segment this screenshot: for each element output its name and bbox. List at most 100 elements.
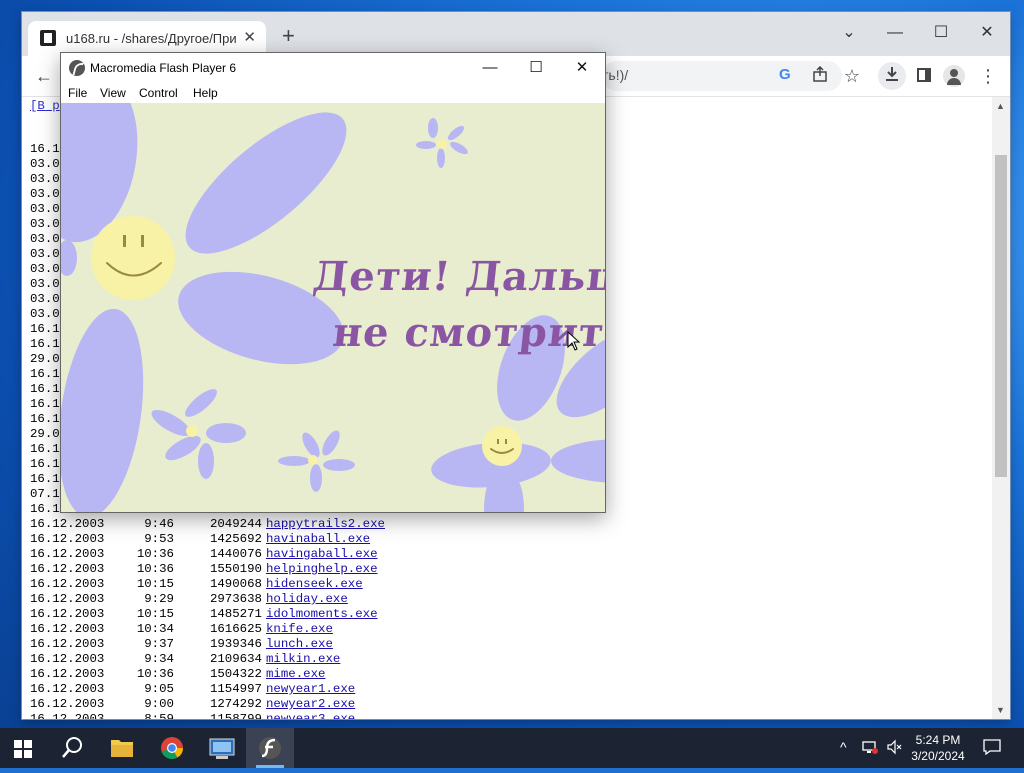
flash-player-icon xyxy=(69,60,85,76)
file-link[interactable]: newyear2.exe xyxy=(266,697,355,712)
network-app-icon[interactable] xyxy=(198,728,246,768)
flash-maximize-button[interactable]: ☐ xyxy=(513,53,559,83)
file-date: 16.12.2003 xyxy=(30,577,105,591)
chrome-icon[interactable] xyxy=(148,728,196,768)
stage-text-line1: Дети! Дальше xyxy=(310,253,605,300)
listing-row-partial: 03.0 xyxy=(30,187,60,201)
listing-row-partial: 03.0 xyxy=(30,247,60,261)
share-icon[interactable] xyxy=(806,62,834,90)
kebab-menu-icon[interactable]: ⋮ xyxy=(974,62,1002,90)
parent-directory-link[interactable]: [В р xyxy=(30,99,60,113)
listing-row-partial: 03.0 xyxy=(30,217,60,231)
google-lens-icon[interactable]: G xyxy=(779,66,791,83)
listing-row-partial: 03.0 xyxy=(30,307,60,321)
tab-search-icon[interactable]: ⌄ xyxy=(826,18,872,48)
flash-player-taskbar-icon[interactable] xyxy=(246,728,294,768)
listing-row-partial: 29.0 xyxy=(30,352,60,366)
back-button[interactable]: ← xyxy=(30,62,58,90)
flash-window-title: Macromedia Flash Player 6 xyxy=(90,61,237,75)
file-link[interactable]: holiday.exe xyxy=(266,592,348,607)
file-size: 1504322 xyxy=(209,667,262,681)
listing-row-partial: 03.0 xyxy=(30,277,60,291)
file-time: 10:15 xyxy=(136,607,174,621)
listing-row-partial: 16.1 xyxy=(30,397,60,411)
flash-minimize-button[interactable]: — xyxy=(467,53,513,83)
file-date: 16.12.2003 xyxy=(30,607,105,621)
page-scrollbar[interactable]: ▲ ▼ xyxy=(992,97,1010,719)
file-link[interactable]: happytrails2.exe xyxy=(266,517,385,532)
menu-control[interactable]: Control xyxy=(139,86,178,100)
listing-row-partial: 03.0 xyxy=(30,232,60,246)
download-icon[interactable] xyxy=(878,62,906,90)
menu-file[interactable]: File xyxy=(68,86,87,100)
file-date: 16.12.2003 xyxy=(30,622,105,636)
file-time: 10:34 xyxy=(136,622,174,636)
mouse-cursor-icon xyxy=(567,331,581,351)
listing-row-partial: 03.0 xyxy=(30,157,60,171)
file-link[interactable]: mime.exe xyxy=(266,667,326,682)
flash-close-button[interactable]: ✕ xyxy=(559,53,605,83)
file-link[interactable]: helpinghelp.exe xyxy=(266,562,378,577)
file-link[interactable]: newyear3.exe xyxy=(266,712,355,719)
sidepanel-icon[interactable] xyxy=(910,62,938,90)
file-time: 9:29 xyxy=(144,592,174,606)
file-link[interactable]: newyear1.exe xyxy=(266,682,355,697)
search-icon[interactable] xyxy=(48,728,96,768)
scroll-up-icon[interactable]: ▲ xyxy=(996,101,1005,111)
scroll-down-icon[interactable]: ▼ xyxy=(996,705,1005,715)
file-size: 1490068 xyxy=(209,577,262,591)
close-icon[interactable]: ✕ xyxy=(964,18,1010,48)
file-explorer-icon[interactable] xyxy=(98,728,146,768)
menu-help[interactable]: Help xyxy=(193,86,218,100)
stage-text-line2: не смотрите! xyxy=(330,309,605,356)
file-date: 16.12.2003 xyxy=(30,682,105,696)
file-date: 16.12.2003 xyxy=(30,547,105,561)
browser-tab[interactable]: u168.ru - /shares/Другое/Прико ✕ xyxy=(28,21,266,56)
file-size: 2109634 xyxy=(209,652,262,666)
file-link[interactable]: havingaball.exe xyxy=(266,547,378,562)
listing-row-partial: 07.1 xyxy=(30,487,60,501)
minimize-icon[interactable]: — xyxy=(872,18,918,48)
menu-view[interactable]: View xyxy=(100,86,126,100)
file-size: 2973638 xyxy=(209,592,262,606)
system-clock[interactable]: 5:24 PM 3/20/2024 xyxy=(906,732,970,764)
file-time: 10:36 xyxy=(136,547,174,561)
profile-icon[interactable] xyxy=(943,65,965,87)
listing-row-partial: 16.1 xyxy=(30,322,60,336)
file-date: 16.12.2003 xyxy=(30,652,105,666)
file-link[interactable]: havinaball.exe xyxy=(266,532,370,547)
file-size: 1616625 xyxy=(209,622,262,636)
chevron-up-icon[interactable]: ^ xyxy=(840,739,847,755)
new-tab-button[interactable]: + xyxy=(282,25,295,47)
notification-icon[interactable] xyxy=(983,739,1001,758)
volume-muted-icon[interactable] xyxy=(886,739,902,758)
clock-date: 3/20/2024 xyxy=(911,749,965,763)
star-icon[interactable]: ☆ xyxy=(838,62,866,90)
flash-stage[interactable]: Дети! Дальше не смотрите! xyxy=(61,103,605,512)
listing-row-partial: 03.0 xyxy=(30,202,60,216)
flash-titlebar[interactable]: Macromedia Flash Player 6 — ☐ ✕ xyxy=(61,53,605,83)
file-size: 1550190 xyxy=(209,562,262,576)
taskbar: ^ 5:24 PM 3/20/2024 xyxy=(0,728,1024,768)
listing-row-partial: 16.1 xyxy=(30,472,60,486)
file-time: 9:37 xyxy=(144,637,174,651)
listing-row-partial: 16.1 xyxy=(30,142,60,156)
network-icon[interactable] xyxy=(862,739,878,758)
listing-row-partial: 16.1 xyxy=(30,412,60,426)
file-link[interactable]: hidenseek.exe xyxy=(266,577,363,592)
flower-artwork xyxy=(61,103,605,512)
file-link[interactable]: idolmoments.exe xyxy=(266,607,378,622)
listing-row-partial: 16.1 xyxy=(30,502,60,516)
file-size: 1274292 xyxy=(209,697,262,711)
file-size: 1440076 xyxy=(209,547,262,561)
scroll-thumb[interactable] xyxy=(995,155,1007,477)
file-size: 1939346 xyxy=(209,637,262,651)
file-link[interactable]: milkin.exe xyxy=(266,652,340,667)
restore-icon[interactable]: ☐ xyxy=(918,18,964,48)
tab-close-icon[interactable]: ✕ xyxy=(243,30,256,46)
file-link[interactable]: knife.exe xyxy=(266,622,333,637)
file-link[interactable]: lunch.exe xyxy=(266,637,333,652)
windows-start-icon[interactable] xyxy=(14,740,32,758)
file-time: 9:53 xyxy=(144,532,174,546)
file-date: 16.12.2003 xyxy=(30,697,105,711)
